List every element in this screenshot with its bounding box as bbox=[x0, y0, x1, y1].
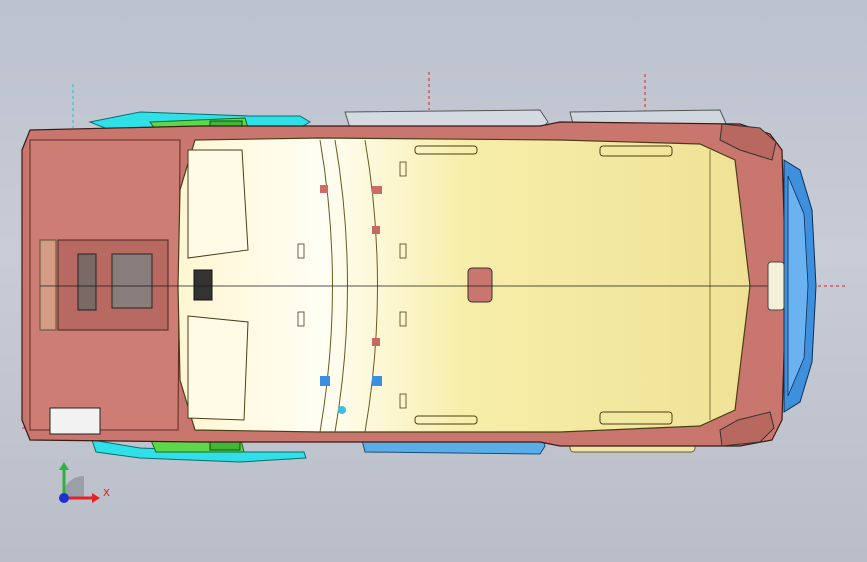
cad-viewport[interactable]: X bbox=[0, 0, 867, 562]
coordinate-triad bbox=[59, 462, 100, 503]
x-axis-label: X bbox=[103, 488, 110, 499]
z-axis-dot bbox=[59, 493, 69, 503]
vehicle-model-top-view[interactable] bbox=[0, 0, 867, 562]
roof-panel[interactable] bbox=[177, 137, 751, 433]
